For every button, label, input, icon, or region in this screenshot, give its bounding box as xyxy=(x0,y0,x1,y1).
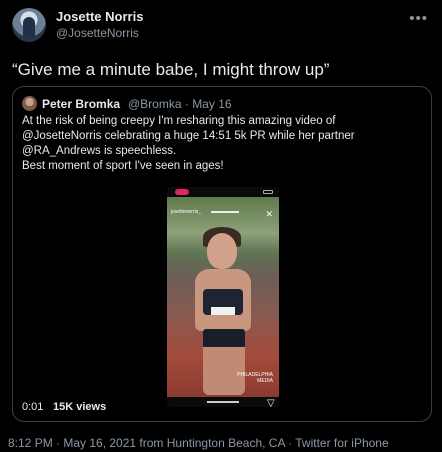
quoted-text-line: Best moment of sport I've seen in ages! xyxy=(22,160,224,172)
video-bottom-bar xyxy=(167,397,279,407)
video-status-bar xyxy=(167,187,279,197)
close-icon: ✕ xyxy=(265,209,273,219)
runner-legs xyxy=(203,347,245,395)
runner-bib xyxy=(211,307,235,315)
quoted-tweet-text: At the risk of being creepy I'm resharin… xyxy=(22,114,426,174)
quoted-text-line: @JosetteNorris celebrating a huge 14:51 … xyxy=(22,130,355,142)
quoted-avatar xyxy=(22,96,37,111)
tweet-header: Josette Norris @JosetteNorris ••• xyxy=(12,8,430,44)
video-time: 0:01 xyxy=(22,401,44,413)
avatar[interactable] xyxy=(12,8,46,42)
runner-shorts xyxy=(203,329,245,349)
video-player[interactable]: josettenorris_ ✕ PHILADELPHIA MEDIA xyxy=(167,187,279,407)
ellipsis-icon[interactable]: ••• xyxy=(409,10,428,27)
author-name[interactable]: Josette Norris xyxy=(56,9,143,24)
quoted-author-meta: @Bromka · May 16 xyxy=(128,97,232,111)
story-progress-bar xyxy=(211,211,239,213)
quoted-tweet[interactable]: Peter Bromka @Bromka · May 16 At the ris… xyxy=(12,86,432,422)
quoted-text-line: @RA_Andrews is speechless. xyxy=(22,145,177,157)
video-top-bar: josettenorris_ ✕ xyxy=(171,209,275,221)
quoted-author-name: Peter Bromka xyxy=(42,97,121,111)
tweet-footer: 8:12 PM · May 16, 2021 from Huntington B… xyxy=(8,436,389,450)
video-watermark: PHILADELPHIA MEDIA xyxy=(237,372,273,384)
video-frame: josettenorris_ ✕ PHILADELPHIA MEDIA xyxy=(167,197,279,397)
runner-head xyxy=(207,233,237,269)
battery-icon xyxy=(263,190,273,194)
tweet-text: “Give me a minute babe, I might throw up… xyxy=(12,60,330,79)
author-handle[interactable]: @JosetteNorris xyxy=(56,26,139,40)
quoted-tweet-header: Peter Bromka @Bromka · May 16 xyxy=(22,96,422,112)
watermark-line: MEDIA xyxy=(257,378,273,384)
record-indicator xyxy=(175,189,189,195)
volume-icon[interactable]: ▽ xyxy=(267,398,275,409)
home-indicator xyxy=(207,401,239,403)
video-account-label: josettenorris_ xyxy=(171,209,202,215)
quoted-text-line: At the risk of being creepy I'm resharin… xyxy=(22,115,336,127)
video-views: 15K views xyxy=(53,401,107,413)
